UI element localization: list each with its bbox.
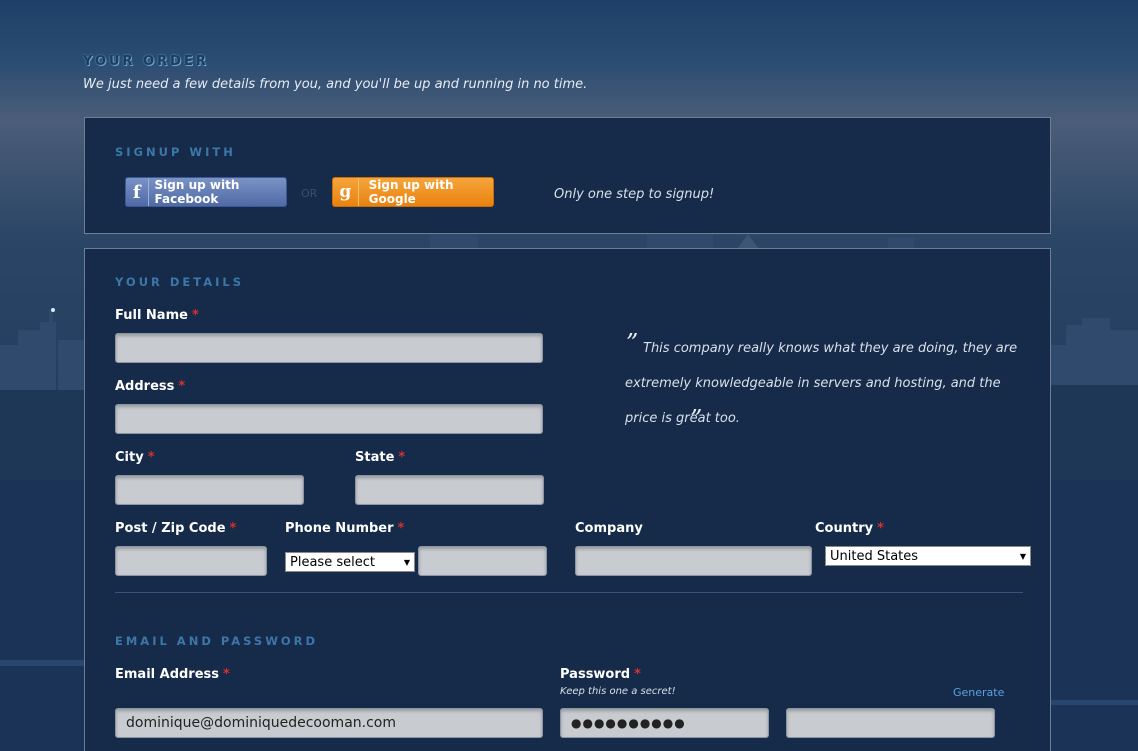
required-marker: * [877,521,884,536]
email-label-text: Email Address [115,667,220,682]
password-input-value: ●●●●●●●●●● [571,716,686,730]
testimonial-quote: This company really knows what they are … [625,341,1018,426]
chevron-down-icon: ▼ [1019,551,1026,561]
city-input[interactable] [115,475,304,505]
company-label: Company [575,521,643,536]
password-label-text: Password [560,667,631,682]
password-label: Password * [560,667,641,682]
confirm-password-input[interactable] [786,708,995,738]
signup-section-title: SIGNUP WITH [115,145,236,159]
postcode-label-text: Post / Zip Code [115,521,226,536]
password-input[interactable]: ●●●●●●●●●● [560,708,769,738]
company-input[interactable] [575,546,812,576]
signup-hint: Only one step to signup! [554,187,715,202]
phone-number-input[interactable] [418,546,547,576]
details-section-title: YOUR DETAILS [115,275,245,289]
close-quote-icon: ” [690,405,703,433]
required-marker: * [223,667,230,682]
testimonial-text: This company really knows what they are … [625,331,1025,436]
section-divider [115,592,1023,593]
phone-select-value: Please select [290,554,375,570]
email-input[interactable]: dominique@dominiquedecooman.com [115,708,543,738]
google-icon: g [333,178,359,206]
required-marker: * [229,521,237,536]
order-page: YOUR ORDER We just need a few details fr… [0,0,1138,751]
generate-password-link[interactable]: Generate [953,686,1004,699]
google-signup-button[interactable]: g Sign up with Google [332,177,494,207]
page-title: YOUR ORDER [83,54,209,69]
full-name-label: Full Name * [115,308,199,323]
state-label: State * [355,450,405,465]
state-input[interactable] [355,475,544,505]
country-select[interactable]: United States ▼ [825,546,1031,566]
page-subtitle: We just need a few details from you, and… [83,77,588,92]
or-separator: OR [301,187,318,200]
details-panel: YOUR DETAILS Full Name * Address * City * S… [84,248,1051,751]
required-marker: * [147,450,155,465]
email-label: Email Address * [115,667,230,682]
facebook-signup-button[interactable]: f Sign up with Facebook [125,177,287,207]
address-input[interactable] [115,404,543,434]
address-label: Address * [115,379,185,394]
full-name-input[interactable] [115,333,543,363]
full-name-label-text: Full Name [115,308,188,323]
country-select-value: United States [830,548,919,564]
country-label-text: Country [815,521,874,536]
required-marker: * [397,521,405,536]
address-label-text: Address [115,379,175,394]
required-marker: * [398,450,406,465]
chevron-down-icon: ▼ [403,557,410,567]
signup-panel: SIGNUP WITH f Sign up with Facebook OR g… [84,117,1051,234]
city-label-text: City [115,450,144,465]
required-marker: * [634,667,641,682]
required-marker: * [191,308,199,323]
phone-label-text: Phone Number [285,521,394,536]
facebook-icon: f [126,178,149,206]
postcode-label: Post / Zip Code * [115,521,236,536]
email-password-section-title: EMAIL AND PASSWORD [115,634,319,648]
city-label: City * [115,450,155,465]
required-marker: * [178,379,186,394]
email-input-value: dominique@dominiquedecooman.com [126,715,396,731]
country-label: Country * [815,521,884,536]
password-note: Keep this one a secret! [560,686,676,697]
google-signup-label: Sign up with Google [368,178,454,206]
state-label-text: State [355,450,395,465]
facebook-signup-label: Sign up with Facebook [154,178,240,206]
phone-country-code-select[interactable]: Please select ▼ [285,552,415,572]
postcode-input[interactable] [115,546,267,576]
phone-label: Phone Number * [285,521,404,536]
